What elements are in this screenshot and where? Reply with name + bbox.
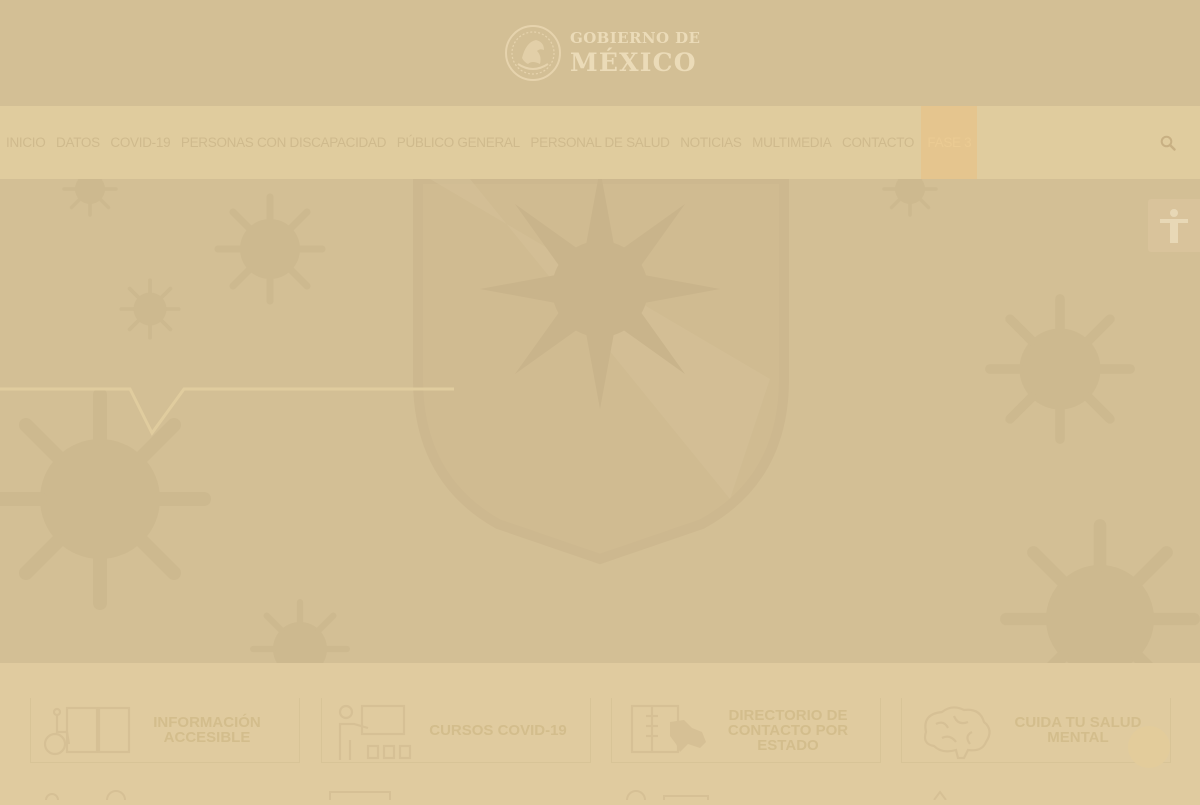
cards-row-2-icons [45,790,947,805]
brain-icon [923,706,991,760]
accessibility-person-icon [1160,208,1188,243]
card-label: DIRECTORIO DE CONTACTO POR ESTADO [727,706,849,754]
wheelchair-book-icon [43,706,131,756]
card-informacion-accesible[interactable]: INFORMACIÓN ACCESIBLE [30,698,300,763]
gobierno-de-mexico-logo[interactable]: GOBIERNO DE MÉXICO [504,22,704,84]
back-to-top-button[interactable] [1128,726,1170,768]
site-header: GOBIERNO DE MÉXICO [0,0,1200,106]
nav-item-covid-19[interactable]: COVID-19 [105,106,175,179]
nav-item-noticias[interactable]: NOTICIAS [675,106,747,179]
nav-item-personas-con-discapacidad[interactable]: PERSONAS CON DISCAPACIDAD [176,106,392,179]
logo-line1: GOBIERNO DE [570,29,701,47]
card-cursos-covid-19[interactable]: CURSOS COVID-19 [321,698,591,763]
quick-access-cards: INFORMACIÓN ACCESIBLE CURSOS COVID-19 DI… [30,698,1171,764]
main-navigation: INICIO DATOS COVID-19 PERSONAS CON DISCA… [0,106,1200,179]
national-seal-icon [505,25,561,81]
logo-line2: MÉXICO [570,48,697,77]
search-button[interactable] [1156,131,1180,155]
search-icon [1160,135,1176,151]
hero-banner[interactable] [0,179,1200,663]
nav-item-contacto[interactable]: CONTACTO [837,106,920,179]
nav-item-inicio[interactable]: INICIO [6,106,51,179]
nav-item-personal-de-salud[interactable]: PERSONAL DE SALUD [525,106,675,179]
card-label: CURSOS COVID-19 [429,721,567,739]
card-label: INFORMACIÓN ACCESIBLE [153,714,261,746]
nav-item-fase-3[interactable]: FASE 3 [921,106,978,179]
teacher-board-icon [338,704,412,760]
card-directorio-de-contacto[interactable]: DIRECTORIO DE CONTACTO POR ESTADO [611,698,881,763]
pulse-line [0,387,454,436]
cards-row-2-partial [0,786,1200,805]
nav-item-datos[interactable]: DATOS [51,106,105,179]
nav-list: INICIO DATOS COVID-19 PERSONAS CON DISCA… [0,106,978,179]
directory-map-icon [630,704,706,754]
nav-item-publico-general[interactable]: PÚBLICO GENERAL [391,106,525,179]
hero-background-art [0,179,1200,663]
nav-item-multimedia[interactable]: MULTIMEDIA [747,106,837,179]
accessibility-button[interactable] [1148,199,1200,252]
